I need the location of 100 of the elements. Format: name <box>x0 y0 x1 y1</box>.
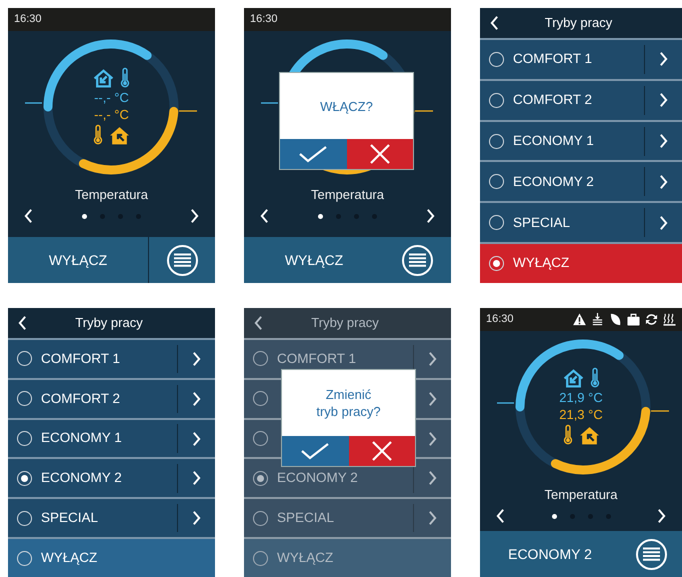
menu-button[interactable] <box>636 538 666 570</box>
page-title: Temperatura <box>544 487 618 503</box>
page-dot[interactable] <box>552 514 556 518</box>
dialog-message: WŁĄCZ? <box>320 98 373 114</box>
menu-icon <box>642 547 660 561</box>
mode-name: COMFORT 2 <box>41 390 122 408</box>
radio-button[interactable] <box>17 550 32 566</box>
radio-button[interactable] <box>489 215 504 230</box>
mode-name: ECONOMY 1 <box>41 429 123 448</box>
menu-button[interactable] <box>402 244 433 276</box>
radio-button[interactable] <box>253 550 268 566</box>
cancel-button[interactable] <box>346 139 413 169</box>
radio-button[interactable] <box>253 431 268 446</box>
mode-name: ECONOMY 2 <box>277 469 359 488</box>
mode-row[interactable]: COMFORT 2 <box>480 78 682 120</box>
mode-label[interactable]: ECONOMY 2 <box>480 531 620 577</box>
clock-time: 16:30 <box>250 12 278 28</box>
page-title: Temperatura <box>75 187 148 203</box>
radio-button[interactable] <box>489 52 504 67</box>
thermometer-icon <box>590 367 600 388</box>
radio-button[interactable] <box>253 510 268 526</box>
mode-row[interactable]: ECONOMY 1 <box>8 418 215 458</box>
radio-button[interactable] <box>17 431 32 446</box>
mode-name: ECONOMY 1 <box>513 132 595 150</box>
radio-button[interactable] <box>17 470 32 486</box>
mode-label[interactable]: WYŁĄCZ <box>8 237 148 283</box>
refresh-icon <box>645 313 658 326</box>
chevron-right-icon <box>659 51 668 68</box>
chevron-right-icon <box>428 510 437 526</box>
check-icon <box>300 442 330 460</box>
chevron-right-icon <box>190 208 199 224</box>
gauge-marker <box>415 110 433 112</box>
radio-button[interactable] <box>253 391 268 406</box>
chevron-left-icon <box>260 208 269 224</box>
check-icon <box>298 145 328 163</box>
mode-row[interactable]: ECONOMY 2 <box>8 457 215 498</box>
mode-row[interactable]: COMFORT 2 <box>8 378 215 418</box>
mode-name: WYŁĄCZ <box>277 548 334 567</box>
mode-row[interactable]: WYŁĄCZ <box>480 242 682 283</box>
chevron-right-icon <box>192 350 201 367</box>
chevron-left-icon <box>496 508 505 524</box>
page-dot[interactable] <box>318 214 323 218</box>
gauge-marker <box>651 410 669 412</box>
radio-button[interactable] <box>489 256 504 272</box>
radio-button[interactable] <box>489 134 504 149</box>
mode-name: COMFORT 1 <box>277 350 358 368</box>
radio-button[interactable] <box>253 470 268 486</box>
radio-button[interactable] <box>17 391 32 406</box>
radio-button[interactable] <box>489 174 504 190</box>
radio-button[interactable] <box>17 510 32 526</box>
chevron-right-icon <box>657 508 666 524</box>
mode-row[interactable]: SPECIAL <box>244 497 451 538</box>
mode-row[interactable]: COMFORT 1 <box>8 338 215 378</box>
close-icon <box>372 441 392 461</box>
chevron-right-icon <box>192 390 201 407</box>
chevron-right-icon <box>659 214 668 231</box>
mode-row[interactable]: SPECIAL <box>480 201 682 242</box>
chevron-right-icon <box>659 133 668 150</box>
mode-name: SPECIAL <box>277 509 336 528</box>
mode-label[interactable]: WYŁĄCZ <box>244 237 384 283</box>
mode-row[interactable]: ECONOMY 1 <box>480 120 682 160</box>
page-dot[interactable] <box>82 214 87 218</box>
mode-row[interactable]: ECONOMY 2 <box>480 160 682 202</box>
confirm-button[interactable] <box>282 436 348 466</box>
gauge-marker <box>261 102 278 104</box>
menu-button[interactable] <box>166 244 198 276</box>
chevron-right-icon <box>192 430 201 447</box>
chevron-right-icon <box>659 92 668 108</box>
radio-button[interactable] <box>253 351 268 366</box>
thermometer-icon <box>562 424 572 445</box>
chevron-right-icon <box>192 470 201 486</box>
chevron-left-icon <box>254 315 263 331</box>
house-arrow-icon <box>93 69 114 88</box>
radio-button[interactable] <box>17 351 32 366</box>
radio-button[interactable] <box>489 92 504 108</box>
gauge-marker <box>25 102 42 104</box>
suitcase-icon <box>627 313 640 326</box>
mode-row[interactable]: COMFORT 1 <box>480 38 682 79</box>
cancel-button[interactable] <box>348 436 415 466</box>
mode-name: ECONOMY 2 <box>513 172 595 191</box>
mode-name: COMFORT 1 <box>41 350 122 368</box>
mode-name: COMFORT 1 <box>513 50 594 68</box>
chevron-left-icon <box>18 315 27 331</box>
clock-time: 16:30 <box>486 312 514 328</box>
mode-name: COMFORT 2 <box>513 91 594 110</box>
mode-row[interactable]: SPECIAL <box>8 497 215 538</box>
chevron-right-icon <box>426 208 435 224</box>
temperature-reading: --,- °C <box>94 107 129 122</box>
chevron-right-icon <box>428 470 437 486</box>
heater-icon <box>663 313 676 326</box>
close-icon <box>370 144 390 164</box>
thermometer-icon <box>120 67 130 88</box>
screen-title: Tryby pracy <box>74 314 144 332</box>
mode-name: SPECIAL <box>41 509 100 528</box>
mode-name: SPECIAL <box>513 214 572 232</box>
screen-title: Tryby pracy <box>310 314 380 332</box>
confirm-button[interactable] <box>280 139 346 169</box>
mode-row[interactable]: WYŁĄCZ <box>8 537 215 577</box>
menu-icon <box>409 253 426 267</box>
chevron-right-icon <box>428 350 437 367</box>
